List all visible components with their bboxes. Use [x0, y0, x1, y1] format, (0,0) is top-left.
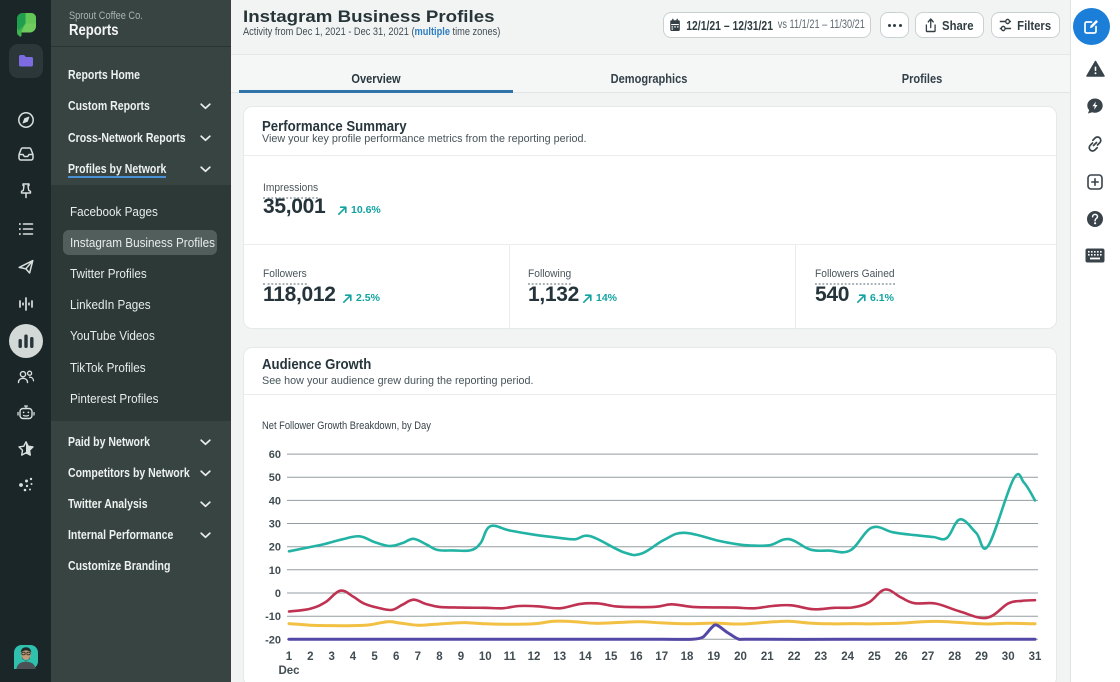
svg-text:12: 12 [528, 651, 541, 663]
svg-text:8: 8 [436, 651, 443, 663]
svg-text:4: 4 [350, 651, 357, 663]
svg-text:14: 14 [579, 651, 592, 663]
svg-text:16: 16 [630, 651, 643, 663]
svg-text:17: 17 [655, 651, 668, 663]
svg-text:2: 2 [307, 651, 313, 663]
svg-text:23: 23 [814, 651, 827, 663]
svg-text:24: 24 [841, 651, 854, 663]
svg-text:Dec: Dec [278, 665, 300, 677]
svg-text:11: 11 [504, 651, 517, 663]
svg-text:25: 25 [868, 651, 881, 663]
svg-text:20: 20 [734, 651, 747, 663]
svg-text:29: 29 [975, 651, 988, 663]
svg-text:26: 26 [895, 651, 908, 663]
svg-text:60: 60 [269, 449, 281, 461]
svg-text:22: 22 [788, 651, 801, 663]
svg-text:-20: -20 [265, 634, 281, 646]
svg-text:10: 10 [479, 651, 492, 663]
svg-text:27: 27 [922, 651, 935, 663]
svg-text:0: 0 [275, 588, 281, 600]
svg-text:7: 7 [415, 651, 421, 663]
svg-text:15: 15 [605, 651, 618, 663]
svg-text:18: 18 [681, 651, 694, 663]
svg-text:3: 3 [328, 651, 334, 663]
svg-text:9: 9 [458, 651, 464, 663]
svg-text:30: 30 [269, 519, 281, 531]
svg-text:-10: -10 [265, 611, 281, 623]
svg-text:20: 20 [269, 542, 281, 554]
svg-text:40: 40 [269, 495, 281, 507]
svg-text:13: 13 [553, 651, 566, 663]
svg-text:30: 30 [1002, 651, 1015, 663]
svg-text:1: 1 [286, 651, 293, 663]
svg-text:21: 21 [761, 651, 774, 663]
svg-text:5: 5 [371, 651, 378, 663]
svg-text:10: 10 [269, 565, 281, 577]
svg-text:31: 31 [1029, 651, 1042, 663]
svg-text:19: 19 [707, 651, 720, 663]
svg-text:50: 50 [269, 472, 281, 484]
svg-text:6: 6 [393, 651, 399, 663]
svg-text:28: 28 [948, 651, 961, 663]
